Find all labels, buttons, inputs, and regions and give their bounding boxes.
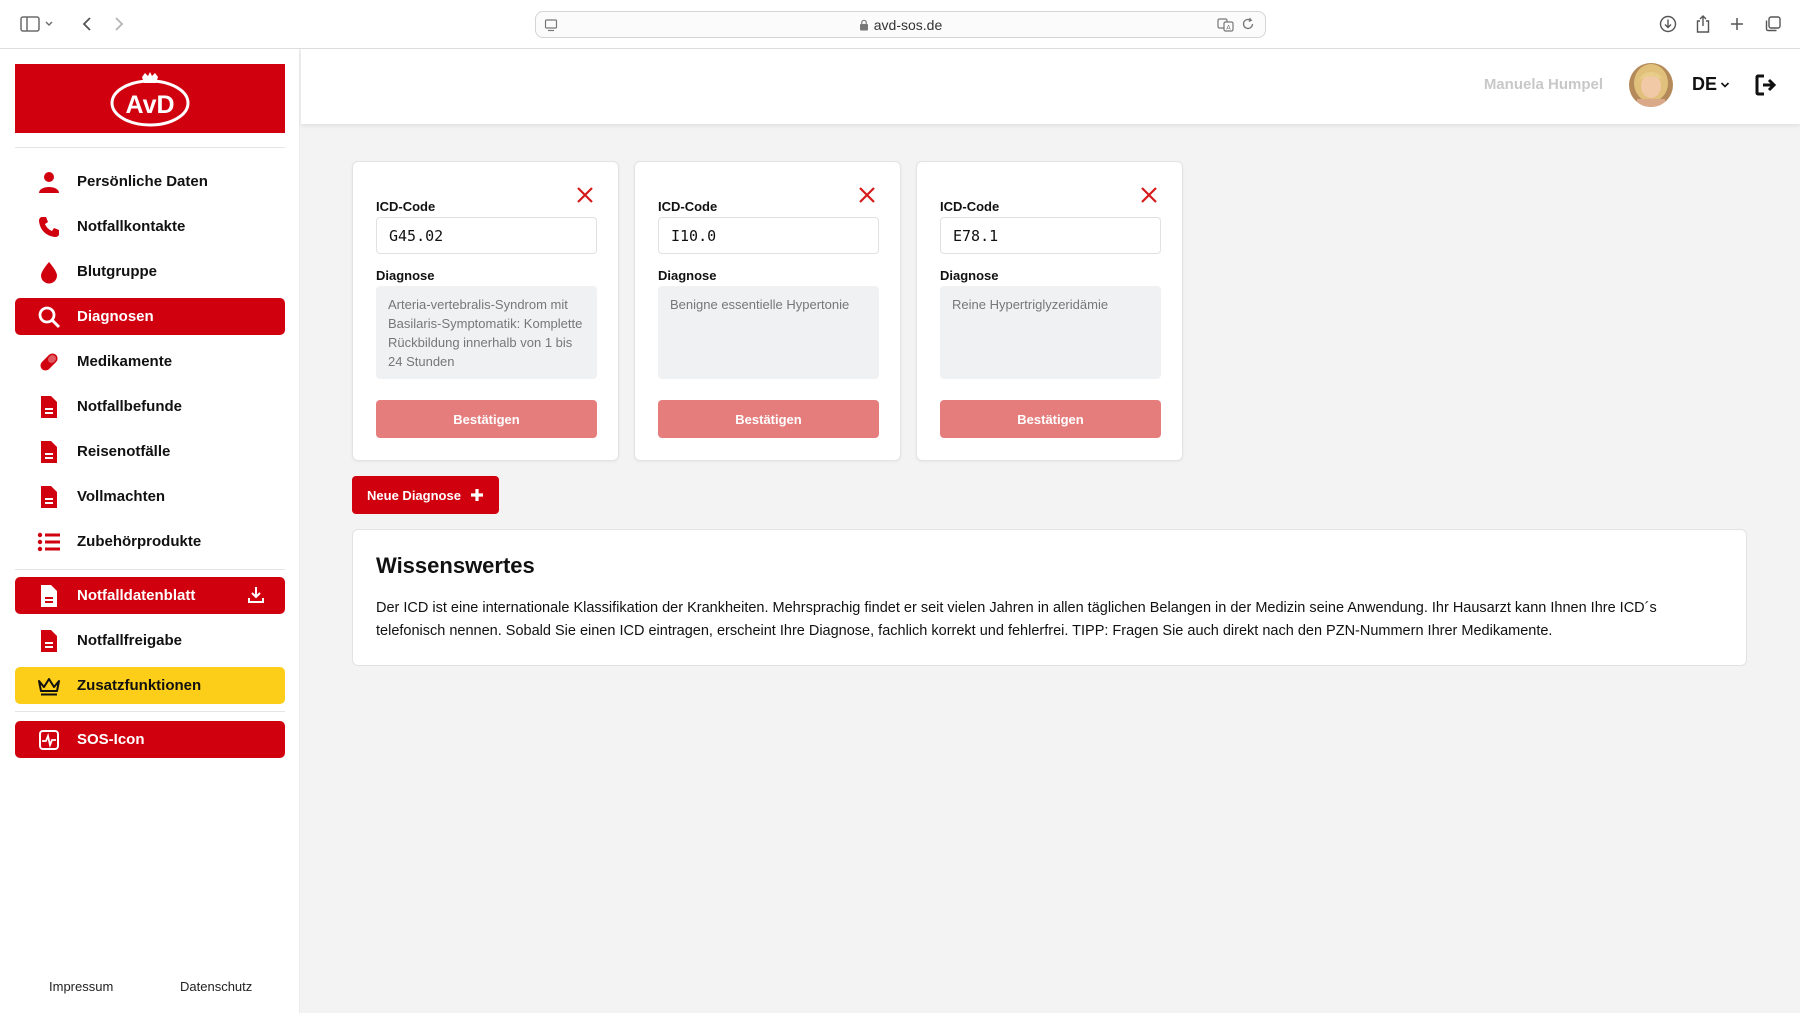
document-icon [35,582,63,610]
reload-icon[interactable] [1241,17,1255,34]
sidebar: AvD Persönliche Daten Notfallkontakte Bl… [0,49,300,1013]
search-icon [35,303,63,331]
blood-drop-icon [35,258,63,286]
info-text: Der ICD ist eine internationale Klassifi… [376,600,1657,639]
url-text: avd-sos.de [873,16,943,33]
close-icon[interactable] [1140,186,1158,209]
sidebar-item-reisenotfaelle[interactable]: Reisenotfälle [15,433,285,470]
confirm-button[interactable]: Bestätigen [658,400,879,438]
back-icon[interactable] [74,12,100,36]
diagnosis-label: Diagnose [658,268,717,283]
chevron-down-icon[interactable] [42,12,56,36]
icd-code-label: ICD-Code [376,199,436,214]
info-title: Wissenswertes [376,553,535,578]
diagnosis-card: ICD-Code I10.0 Diagnose Benigne essentie… [634,161,901,461]
language-selector[interactable]: DE [1692,74,1730,95]
sidebar-item-label: Notfallbefunde [77,398,182,415]
tab-overview-icon[interactable] [1760,12,1786,36]
sidebar-item-label: Medikamente [77,353,173,370]
sidebar-item-notfallfreigabe[interactable]: Notfallfreigabe [15,622,285,659]
sidebar-item-zubehoerprodukte[interactable]: Zubehörprodukte [15,523,285,560]
sidebar-item-label: SOS-Icon [77,731,145,748]
pill-icon [35,348,63,376]
user-name: Manuela Humpel [1483,76,1603,93]
sidebar-item-notfallbefunde[interactable]: Notfallbefunde [15,388,285,425]
sidebar-item-zusatzfunktionen[interactable]: Zusatzfunktionen [15,667,285,704]
sidebar-item-label: Notfallfreigabe [77,632,183,649]
share-icon[interactable] [1690,12,1716,36]
icd-code-input[interactable]: E78.1 [940,217,1161,254]
download-icon[interactable] [247,586,265,608]
diagnosis-label: Diagnose [376,268,435,283]
icd-code-input[interactable]: G45.02 [376,217,597,254]
sidebar-item-label: Reisenotfälle [77,443,171,460]
close-icon[interactable] [576,186,594,209]
confirm-button[interactable]: Bestätigen [940,400,1161,438]
translate-icon[interactable]: A [1217,17,1235,36]
lock-icon [859,19,869,31]
close-icon[interactable] [858,186,876,209]
document-icon [35,627,63,655]
sidebar-item-label: Zubehörprodukte [77,533,202,550]
sidebar-item-label: Notfalldatenblatt [77,587,196,604]
impressum-link[interactable]: Impressum [49,979,113,994]
crown-icon [35,672,63,700]
diagnosis-label: Diagnose [940,268,999,283]
sidebar-item-diagnosen[interactable]: Diagnosen [15,298,285,335]
sidebar-item-label: Zusatzfunktionen [77,677,202,694]
datenschutz-link[interactable]: Datenschutz [180,979,252,994]
sidebar-item-label: Persönliche Daten [77,173,208,190]
sidebar-item-persoenliche-daten[interactable]: Persönliche Daten [15,163,285,200]
sidebar-item-sos-icon[interactable]: SOS-Icon [15,721,285,758]
avatar[interactable] [1629,63,1673,107]
diagnosis-field: Benigne essentielle Hypertonie [658,286,879,379]
sidebar-item-medikamente[interactable]: Medikamente [15,343,285,380]
person-icon [35,168,63,196]
browser-toolbar: avd-sos.de A [0,0,1800,49]
document-icon [35,393,63,421]
avd-logo[interactable]: AvD [15,64,285,133]
pulse-icon [35,726,63,754]
diagnosis-card: ICD-Code E78.1 Diagnose Reine Hypertrigl… [916,161,1183,461]
top-bar: Manuela Humpel DE [301,49,1800,124]
chevron-down-icon [1720,81,1730,89]
plus-icon [470,488,484,502]
sidebar-item-notfalldatenblatt[interactable]: Notfalldatenblatt [15,577,285,614]
document-icon [35,483,63,511]
icd-code-label: ICD-Code [658,199,718,214]
list-icon [35,528,63,556]
address-bar[interactable]: avd-sos.de A [535,11,1266,38]
new-diagnosis-button[interactable]: Neue Diagnose [352,476,499,514]
svg-text:A: A [1226,24,1231,32]
sidebar-item-notfallkontakte[interactable]: Notfallkontakte [15,208,285,245]
logo-text: AvD [125,91,174,119]
sidebar-item-label: Blutgruppe [77,263,157,280]
logout-icon[interactable] [1754,73,1778,102]
diagnosis-field: Reine Hypertriglyzeridämie [940,286,1161,379]
sidebar-item-vollmachten[interactable]: Vollmachten [15,478,285,515]
divider [15,569,285,570]
phone-icon [35,213,63,241]
document-icon [35,438,63,466]
divider [15,147,285,148]
language-label: DE [1691,74,1717,94]
sidebar-toggle-icon[interactable] [17,12,43,36]
icd-code-input[interactable]: I10.0 [658,217,879,254]
sidebar-item-label: Diagnosen [77,308,154,325]
page-icon [544,18,558,35]
info-panel: Wissenswertes Der ICD ist eine internati… [352,529,1747,666]
icd-code-label: ICD-Code [940,199,1000,214]
diagnosis-card: ICD-Code G45.02 Diagnose Arteria-vertebr… [352,161,619,461]
download-icon[interactable] [1655,12,1681,36]
confirm-button[interactable]: Bestätigen [376,400,597,438]
sidebar-item-label: Notfallkontakte [77,218,186,235]
diagnosis-field: Arteria-vertebralis-Syndrom mit Basilari… [376,286,597,379]
new-diagnosis-label: Neue Diagnose [367,487,461,503]
new-tab-icon[interactable] [1724,12,1750,36]
forward-icon[interactable] [106,12,132,36]
sidebar-item-label: Vollmachten [77,488,166,505]
divider [15,711,285,712]
sidebar-item-blutgruppe[interactable]: Blutgruppe [15,253,285,290]
